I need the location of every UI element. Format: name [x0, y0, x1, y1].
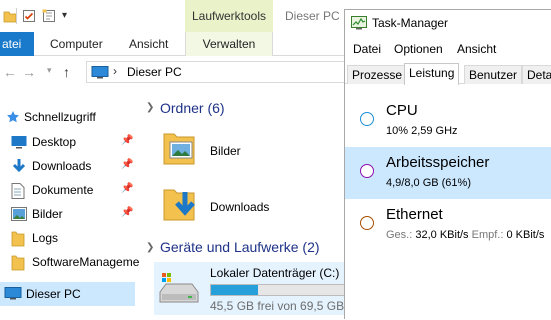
content-pane: ❯ Ordner (6) Bilder Downloads ❯ Geräte u…	[140, 96, 346, 319]
tab-view[interactable]: Ansicht	[129, 32, 168, 56]
properties-icon[interactable]	[22, 9, 36, 26]
group-title-folders: Ordner (6)	[160, 100, 225, 116]
nav-item-software-management[interactable]: SoftwareManageme	[0, 250, 140, 274]
task-manager-window: Task-Manager Datei Optionen Ansicht Proz…	[344, 9, 551, 319]
tab-file[interactable]: atei	[0, 32, 34, 56]
ethernet-graph-indicator-icon	[360, 216, 374, 230]
nav-item-label: Downloads	[32, 159, 92, 173]
nav-item-label: Bilder	[32, 207, 63, 221]
pin-icon[interactable]: 📌	[121, 159, 133, 170]
nav-item-label: Desktop	[32, 135, 77, 149]
nav-item-desktop[interactable]: Desktop 📌	[0, 130, 138, 154]
nav-item-label: Logs	[32, 231, 59, 245]
drive-tools-header: Laufwerktools	[191, 9, 267, 23]
nav-item-documents[interactable]: Dokumente 📌	[0, 178, 138, 202]
task-manager-tabs: Prozesse Leistung Benutzer Detai	[345, 63, 551, 85]
pin-icon[interactable]: 📌	[121, 207, 133, 218]
forward-arrow-icon[interactable]: →	[22, 64, 36, 80]
nav-item-downloads[interactable]: Downloads 📌	[0, 154, 138, 178]
folder-label: Bilder	[210, 144, 241, 158]
resource-name: Arbeitsspeicher	[386, 154, 490, 171]
collapse-chevron-icon[interactable]: ❯	[146, 102, 154, 113]
send-value: 32,0 KBit/s	[415, 229, 469, 241]
pin-icon[interactable]: 📌	[121, 135, 133, 146]
drive-name: Lokaler Datenträger (C:)	[210, 266, 340, 280]
nav-item-label: Dokumente	[32, 183, 94, 197]
tab-details[interactable]: Detai	[522, 65, 551, 84]
folder-icon	[11, 255, 27, 271]
address-box[interactable]: › Dieser PC	[86, 61, 346, 83]
customize-toolbar-chevron-icon[interactable]: ▾	[62, 10, 67, 21]
window-title: Dieser PC	[285, 9, 340, 23]
resource-memory[interactable]: Arbeitsspeicher 4,9/8,0 GB (61%)	[345, 147, 551, 199]
tab-users[interactable]: Benutzer	[464, 65, 523, 84]
hard-drive-icon	[158, 270, 200, 313]
desktop-icon	[11, 135, 27, 149]
downloads-folder-icon	[162, 184, 196, 227]
resource-cpu[interactable]: CPU 10% 2,59 GHz	[345, 95, 551, 147]
breadcrumb-separator-icon: ›	[113, 64, 117, 78]
tab-computer[interactable]: Computer	[50, 32, 103, 56]
menu-file[interactable]: Datei	[353, 42, 381, 56]
up-arrow-icon[interactable]: ↑	[63, 64, 70, 80]
task-manager-title: Task-Manager	[372, 16, 449, 30]
folder-label: Downloads	[210, 200, 270, 214]
collapse-chevron-icon[interactable]: ❯	[146, 242, 154, 253]
task-manager-menubar: Datei Optionen Ansicht	[345, 38, 551, 60]
navigation-pane: Schnellzugriff Desktop 📌 Downloads 📌 Dok…	[0, 96, 140, 319]
this-pc-icon	[91, 66, 109, 82]
resource-ethernet[interactable]: Ethernet Ges.: 32,0 KBit/s Empf.: 0 KBit…	[345, 199, 551, 251]
folder-item-pictures[interactable]: Bilder	[162, 126, 342, 174]
tab-manage[interactable]: Verwalten	[185, 32, 273, 56]
folder-icon	[11, 231, 27, 247]
nav-item-pictures[interactable]: Bilder 📌	[0, 202, 138, 226]
drive-free-space: 45,5 GB frei von 69,5 GB	[210, 299, 345, 313]
receive-label: Empf.:	[471, 229, 504, 241]
drive-item-c[interactable]: Lokaler Datenträger (C:) 45,5 GB frei vo…	[154, 262, 346, 315]
pictures-icon	[11, 207, 27, 221]
receive-value: 0 KBit/s	[506, 229, 545, 241]
nav-this-pc[interactable]: Dieser PC	[0, 282, 135, 306]
send-label: Ges.:	[386, 229, 413, 241]
tab-performance[interactable]: Leistung	[404, 63, 460, 85]
back-arrow-icon[interactable]: ←	[3, 64, 17, 80]
group-title-devices: Geräte und Laufwerke (2)	[160, 239, 320, 255]
resource-name: Ethernet	[386, 206, 443, 223]
nav-item-logs[interactable]: Logs	[0, 226, 138, 250]
new-folder-icon[interactable]	[42, 9, 58, 26]
recent-locations-chevron-icon[interactable]: ▾	[47, 65, 52, 76]
task-manager-titlebar[interactable]: Task-Manager	[345, 10, 551, 38]
toolbar-divider	[16, 8, 17, 24]
address-path: Dieser PC	[127, 65, 182, 79]
downloads-icon	[11, 159, 27, 173]
nav-quick-access-label: Schnellzugriff	[24, 110, 96, 124]
folder-icon[interactable]	[3, 9, 17, 26]
nav-quick-access[interactable]: Schnellzugriff	[0, 105, 138, 129]
performance-resource-list: CPU 10% 2,59 GHz Arbeitsspeicher 4,9/8,0…	[345, 84, 551, 320]
drive-usage-fill	[211, 285, 258, 295]
resource-value: 10% 2,59 GHz	[386, 125, 458, 137]
resource-name: CPU	[386, 102, 418, 119]
group-header-folders[interactable]: Ordner (6)	[160, 100, 225, 116]
menu-options[interactable]: Optionen	[394, 42, 443, 56]
memory-graph-indicator-icon	[360, 164, 374, 178]
drive-usage-bar	[210, 284, 346, 296]
resource-value: 4,9/8,0 GB (61%)	[386, 177, 471, 189]
this-pc-icon	[4, 287, 22, 301]
cpu-graph-indicator-icon	[360, 112, 374, 126]
task-manager-icon	[351, 16, 367, 33]
resource-value: Ges.: 32,0 KBit/s Empf.: 0 KBit/s	[386, 229, 544, 241]
star-icon	[6, 110, 22, 124]
drive-tools-band: Laufwerktools	[185, 0, 273, 32]
documents-icon	[11, 183, 27, 199]
pictures-folder-icon	[162, 130, 196, 169]
group-header-devices[interactable]: Geräte und Laufwerke (2)	[160, 239, 320, 255]
nav-this-pc-label: Dieser PC	[26, 287, 81, 301]
menu-view[interactable]: Ansicht	[457, 42, 496, 56]
pin-icon[interactable]: 📌	[121, 183, 133, 194]
tab-processes[interactable]: Prozesse	[347, 65, 408, 84]
folder-item-downloads[interactable]: Downloads	[162, 182, 342, 230]
nav-item-label: SoftwareManageme	[32, 255, 140, 269]
